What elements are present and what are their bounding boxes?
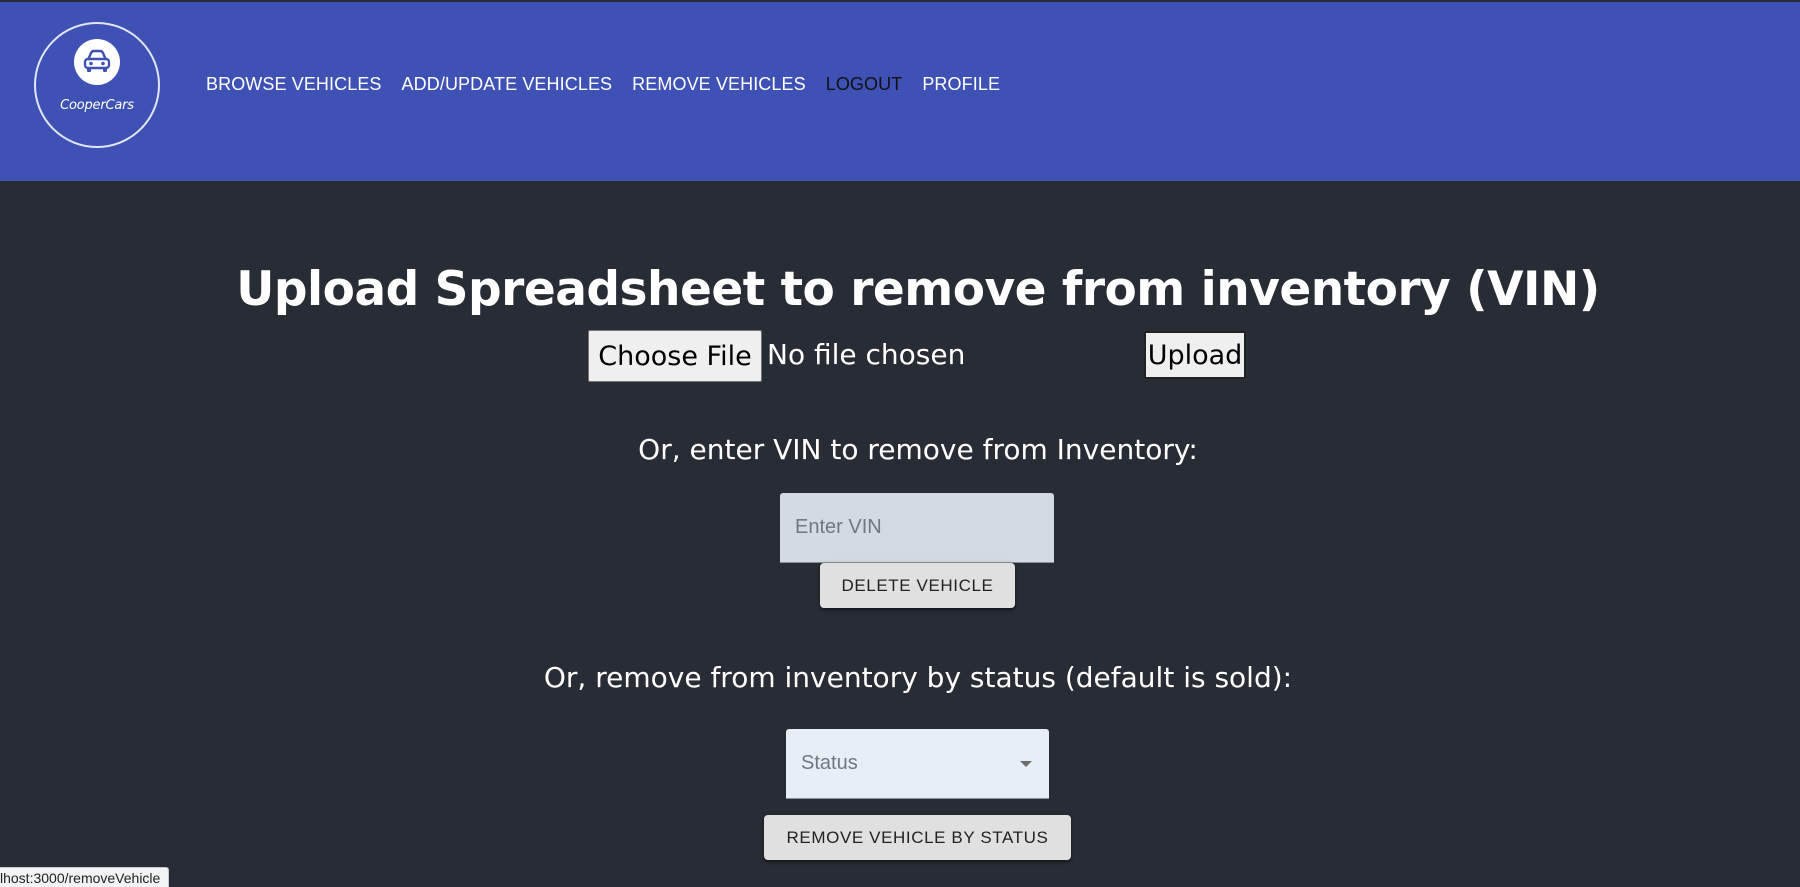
- browser-status-url: lhost:3000/removeVehicle: [0, 867, 170, 887]
- choose-file-button[interactable]: Choose File: [588, 330, 762, 382]
- nav-add-update-vehicles[interactable]: ADD/UPDATE VEHICLES: [402, 74, 613, 95]
- delete-vehicle-button[interactable]: DELETE VEHICLE: [820, 563, 1015, 608]
- car-icon: [83, 49, 111, 72]
- upload-button[interactable]: Upload: [1144, 331, 1246, 379]
- vin-input[interactable]: [780, 493, 1054, 563]
- status-select[interactable]: Status: [786, 729, 1049, 799]
- vin-section-label: Or, enter VIN to remove from Inventory:: [638, 433, 1198, 466]
- logo-text: CooperCars: [60, 98, 134, 113]
- nav-profile[interactable]: PROFILE: [922, 74, 1000, 95]
- page-title: Upload Spreadsheet to remove from invent…: [236, 262, 1600, 317]
- status-select-value: Status: [801, 752, 858, 774]
- logo-badge: [74, 39, 120, 85]
- remove-by-status-button[interactable]: REMOVE VEHICLE BY STATUS: [764, 815, 1071, 860]
- nav-remove-vehicles[interactable]: REMOVE VEHICLES: [632, 74, 806, 95]
- main-nav: BROWSE VEHICLES ADD/UPDATE VEHICLES REMO…: [206, 74, 1020, 95]
- dropdown-arrow-icon[interactable]: [1020, 760, 1032, 767]
- logo[interactable]: CooperCars: [34, 22, 160, 148]
- app-header: CooperCars BROWSE VEHICLES ADD/UPDATE VE…: [0, 2, 1800, 181]
- status-section-label: Or, remove from inventory by status (def…: [543, 661, 1293, 694]
- nav-browse-vehicles[interactable]: BROWSE VEHICLES: [206, 74, 382, 95]
- nav-logout[interactable]: LOGOUT: [826, 74, 903, 95]
- page: CooperCars BROWSE VEHICLES ADD/UPDATE VE…: [0, 0, 1800, 887]
- file-status-text: No file chosen: [767, 338, 966, 371]
